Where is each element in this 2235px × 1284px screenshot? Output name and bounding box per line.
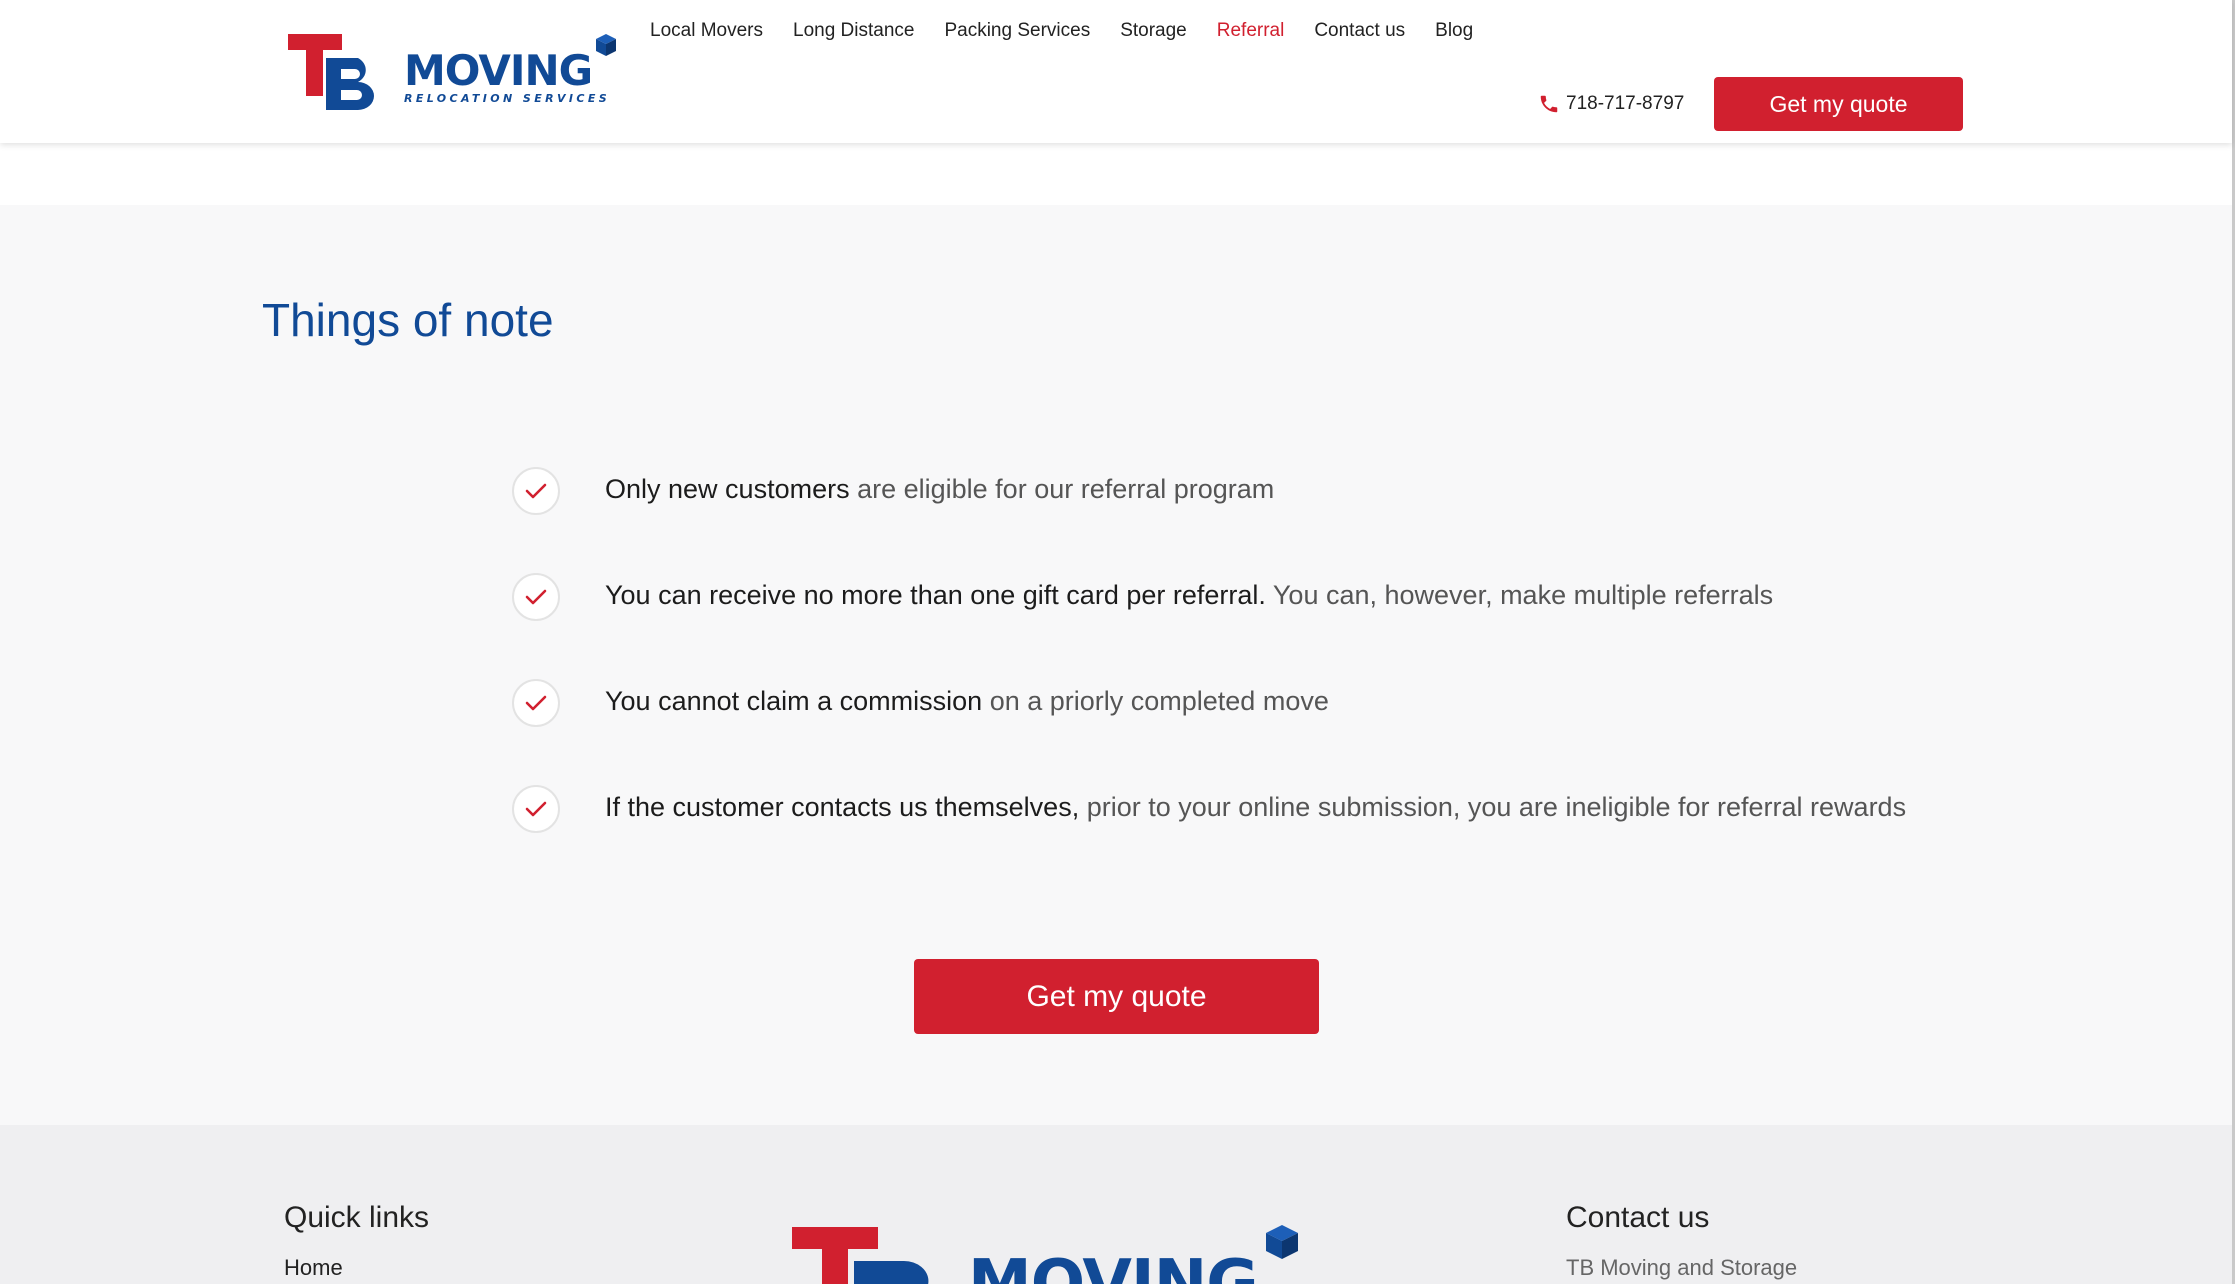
check-icon <box>512 573 560 621</box>
site-header: MOVING RELOCATION SERVICES Local Movers … <box>0 0 2232 143</box>
page: MOVING RELOCATION SERVICES Local Movers … <box>0 0 2235 1284</box>
list-item: You can receive no more than one gift ca… <box>512 573 2012 679</box>
note-text: You can receive no more than one gift ca… <box>605 579 1773 611</box>
nav-contact-us[interactable]: Contact us <box>1314 18 1405 44</box>
nav-storage[interactable]: Storage <box>1120 18 1187 44</box>
nav-packing-services[interactable]: Packing Services <box>944 18 1090 44</box>
logo-tagline: RELOCATION SERVICES <box>404 92 611 105</box>
check-icon <box>512 785 560 833</box>
header-get-quote-button[interactable]: Get my quote <box>1714 77 1963 131</box>
footer-logo[interactable]: MOVING <box>790 1221 1310 1284</box>
check-icon <box>512 679 560 727</box>
note-detail: prior to your online submission, you are… <box>1079 792 1907 822</box>
phone-icon <box>1540 95 1558 113</box>
nav-blog[interactable]: Blog <box>1435 18 1473 44</box>
note-text: If the customer contacts us themselves, … <box>605 791 1906 823</box>
phone-link[interactable]: 718-717-8797 <box>1538 92 1684 116</box>
note-text: You cannot claim a commission on a prior… <box>605 685 1329 717</box>
note-detail: on a priorly completed move <box>982 686 1329 716</box>
things-of-note-section: Things of note Only new customers are el… <box>0 205 2232 1125</box>
check-icon <box>512 467 560 515</box>
note-detail: You can, however, make multiple referral… <box>1265 580 1774 610</box>
list-item: Only new customers are eligible for our … <box>512 467 2012 573</box>
nav-local-movers[interactable]: Local Movers <box>650 18 763 44</box>
note-emphasis: You cannot claim a commission <box>605 686 983 716</box>
get-quote-button[interactable]: Get my quote <box>914 959 1319 1034</box>
section-title: Things of note <box>262 294 554 346</box>
box-icon <box>1266 1225 1298 1259</box>
list-item: If the customer contacts us themselves, … <box>512 785 2012 891</box>
note-list: Only new customers are eligible for our … <box>512 467 2012 891</box>
note-emphasis: If the customer contacts us themselves, <box>605 792 1080 822</box>
site-footer: Quick links Home MOVING Contact us TB Mo… <box>0 1125 2232 1284</box>
footer-logo-wordmark: MOVING <box>968 1247 1259 1284</box>
note-emphasis: You can receive no more than one gift ca… <box>605 580 1266 610</box>
phone-number: 718-717-8797 <box>1566 93 1685 114</box>
box-icon <box>596 34 616 56</box>
main-nav: Local Movers Long Distance Packing Servi… <box>650 18 1503 44</box>
note-detail: are eligible for our referral program <box>849 474 1275 504</box>
list-item: You cannot claim a commission on a prior… <box>512 679 2012 785</box>
note-emphasis: Only new customers <box>605 474 850 504</box>
quick-links-heading: Quick links <box>284 1201 430 1234</box>
footer-link-home[interactable]: Home <box>284 1255 343 1281</box>
logo-wordmark: MOVING <box>404 46 593 95</box>
note-text: Only new customers are eligible for our … <box>605 473 1274 505</box>
contact-heading: Contact us <box>1566 1201 1710 1234</box>
company-name: TB Moving and Storage <box>1566 1255 1798 1280</box>
logo[interactable]: MOVING RELOCATION SERVICES <box>286 30 621 116</box>
nav-referral[interactable]: Referral <box>1217 18 1285 44</box>
nav-long-distance[interactable]: Long Distance <box>793 18 914 44</box>
